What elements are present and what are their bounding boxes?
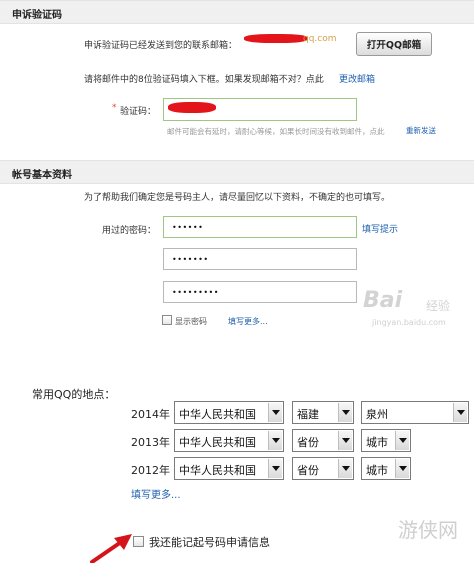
chevron-down-icon: [268, 403, 282, 422]
country-value: 中华人民共和国: [179, 408, 256, 421]
code-sent-text: 申诉验证码已经发送到您的联系邮箱：: [84, 41, 238, 51]
city-value: 泉州: [366, 408, 388, 421]
email-domain: qq.com: [303, 34, 337, 44]
verification-code-label: 验证码：: [120, 107, 157, 117]
password-input-1[interactable]: ••••••: [163, 216, 357, 238]
country-select-2012[interactable]: 中华人民共和国: [174, 457, 284, 480]
city-value: 城市: [366, 436, 388, 449]
change-email-link[interactable]: 更改邮箱: [339, 72, 375, 85]
province-select-2014[interactable]: 福建: [292, 401, 354, 424]
baidu-watermark-url: jingyan.baidu.com: [372, 318, 446, 327]
password-value-2: •••••••: [172, 255, 209, 264]
city-select-2012[interactable]: 城市: [361, 457, 411, 480]
country-select-2014[interactable]: 中华人民共和国: [174, 401, 284, 424]
location-year-2013: 2013年: [131, 436, 170, 449]
province-value: 福建: [297, 408, 319, 421]
required-mark: *: [112, 103, 117, 113]
site-watermark: 游侠网: [398, 518, 458, 542]
account-intro-text: 为了帮助我们确定您是号码主人，请尽量回忆以下资料，不确定的也可填写。: [84, 193, 391, 203]
password-value-1: ••••••: [172, 223, 204, 232]
show-password-checkbox[interactable]: [162, 315, 172, 325]
password-label: 用过的密码：: [102, 226, 157, 236]
account-section-title: 帐号基本资料: [12, 170, 72, 181]
location-year-2014: 2014年: [131, 408, 170, 421]
country-select-2013[interactable]: 中华人民共和国: [174, 429, 284, 452]
city-select-2013[interactable]: 城市: [361, 429, 411, 452]
delay-hint-text: 邮件可能会有延时，请耐心等候，如果长时间没有收到邮件，点此: [167, 127, 385, 136]
province-select-2013[interactable]: 省份: [292, 429, 354, 452]
chevron-down-icon: [395, 431, 409, 450]
chevron-down-icon: [453, 403, 467, 422]
resend-link[interactable]: 重新发送: [406, 125, 436, 136]
appeal-section-title: 申诉验证码: [12, 10, 62, 21]
code-instruction-text: 请将邮件中的8位验证码填入下框。如果发现邮箱不对？点此: [84, 75, 324, 85]
chevron-down-icon: [338, 403, 352, 422]
chevron-down-icon: [395, 459, 409, 478]
password-value-3: •••••••••: [172, 288, 219, 297]
baidu-watermark-suffix: 经验: [426, 299, 451, 313]
password-input-3[interactable]: •••••••••: [163, 281, 357, 303]
location-year-2012: 2012年: [131, 464, 170, 477]
country-value: 中华人民共和国: [179, 436, 256, 449]
province-value: 省份: [297, 464, 319, 477]
fill-hint-link[interactable]: 填写提示: [362, 222, 398, 235]
remember-application-label: 我还能记起号码申请信息: [149, 536, 270, 549]
password-input-2[interactable]: •••••••: [163, 248, 357, 270]
chevron-down-icon: [268, 459, 282, 478]
country-value: 中华人民共和国: [179, 464, 256, 477]
password-fill-more-link[interactable]: 填写更多...: [228, 316, 268, 327]
code-redaction: [168, 102, 216, 113]
email-redaction: [244, 34, 308, 43]
appeal-section-header: [0, 0, 474, 24]
show-password-label: 显示密码: [175, 317, 207, 326]
baidu-watermark-logo: Bai: [363, 288, 403, 313]
locations-label: 常用QQ的地点：: [32, 388, 116, 401]
city-select-2014[interactable]: 泉州: [361, 401, 469, 424]
city-value: 城市: [366, 464, 388, 477]
verification-code-input[interactable]: [163, 98, 357, 121]
province-select-2012[interactable]: 省份: [292, 457, 354, 480]
open-qq-mail-button[interactable]: 打开QQ邮箱: [356, 32, 432, 56]
province-value: 省份: [297, 436, 319, 449]
chevron-down-icon: [338, 459, 352, 478]
red-arrow-icon: [90, 534, 132, 563]
chevron-down-icon: [338, 431, 352, 450]
locations-fill-more-link[interactable]: 填写更多...: [131, 486, 181, 501]
chevron-down-icon: [268, 431, 282, 450]
